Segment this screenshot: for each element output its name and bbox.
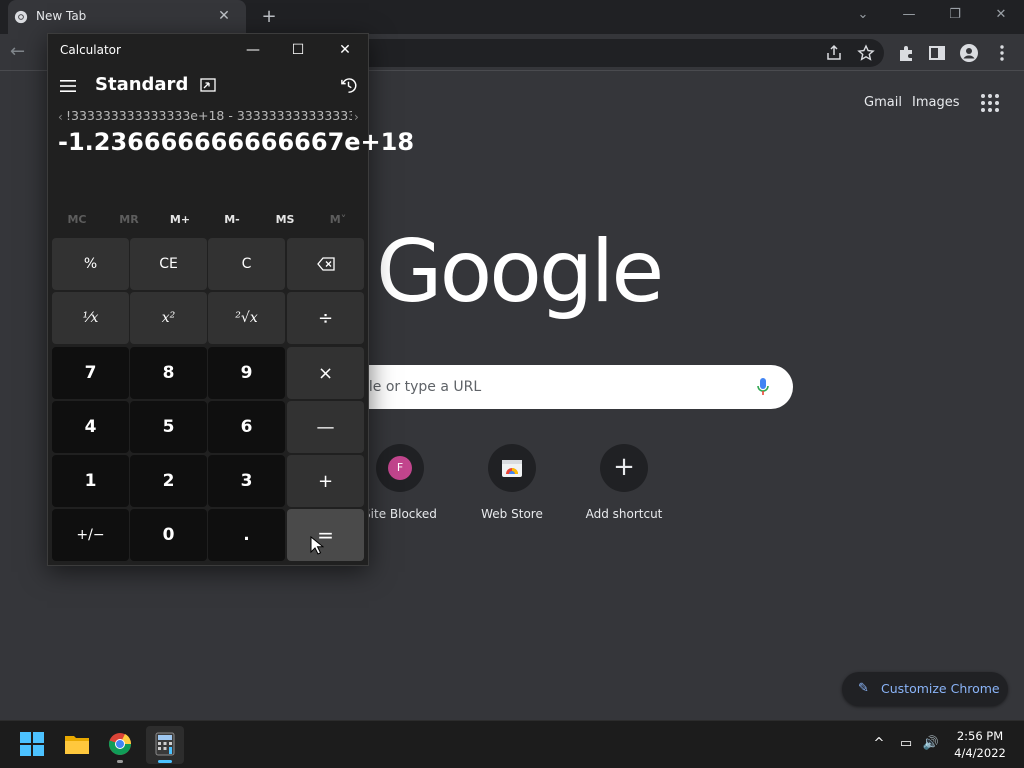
memory-subtract-button[interactable]: M-	[206, 213, 258, 226]
calculator-taskbar-icon	[155, 732, 175, 756]
chrome-taskbar-icon[interactable]	[108, 732, 132, 756]
clock-time[interactable]: 2:56 PM	[950, 729, 1010, 743]
memory-clear-button[interactable]: MC	[51, 213, 103, 226]
clear-entry-button[interactable]: CE	[130, 238, 207, 290]
profile-icon[interactable]	[958, 42, 980, 64]
digit-8-button[interactable]: 8	[130, 347, 207, 399]
calc-minimize-button[interactable]: —	[233, 36, 273, 64]
digit-0-button[interactable]: 0	[130, 509, 207, 561]
negate-button[interactable]: +/−	[52, 509, 129, 561]
side-panel-icon[interactable]	[926, 42, 948, 64]
clear-button[interactable]: C	[208, 238, 285, 290]
close-button[interactable]: ✕	[978, 0, 1024, 32]
equals-button[interactable]: =	[287, 509, 364, 561]
decimal-button[interactable]: .	[208, 509, 285, 561]
multiply-button[interactable]: ×	[287, 347, 364, 399]
digit-1-button[interactable]: 1	[52, 455, 129, 507]
network-icon[interactable]: ▭	[897, 736, 915, 752]
calc-maximize-button[interactable]: ☐	[278, 36, 318, 64]
calc-close-button[interactable]: ✕	[325, 36, 365, 64]
minimize-button[interactable]: —	[886, 0, 932, 32]
windows-start-icon[interactable]	[20, 732, 44, 756]
memory-store-button[interactable]: MS	[259, 213, 311, 226]
menu-kebab-icon[interactable]	[991, 42, 1013, 64]
new-tab-button[interactable]: +	[258, 6, 280, 28]
tab-close-icon[interactable]: ✕	[216, 8, 232, 24]
digit-6-button[interactable]: 6	[208, 401, 285, 453]
backspace-button[interactable]	[287, 238, 364, 290]
digit-7-button[interactable]: 7	[52, 347, 129, 399]
backspace-icon	[316, 257, 335, 271]
clock-date[interactable]: 4/4/2022	[950, 746, 1010, 760]
back-button[interactable]: ←	[10, 42, 32, 62]
shortcut-label: Add shortcut	[585, 507, 663, 521]
images-link[interactable]: Images	[912, 95, 960, 110]
customize-chrome-label: Customize Chrome	[881, 681, 1000, 696]
site-blocked-avatar: F	[388, 456, 412, 480]
expression-scroll-right-icon[interactable]: ›	[354, 110, 359, 124]
hamburger-menu-icon[interactable]	[60, 80, 76, 92]
percent-button[interactable]: %	[52, 238, 129, 290]
memory-add-button[interactable]: M+	[154, 213, 206, 226]
square-root-label: ²√x	[235, 310, 258, 326]
add-icon: +	[613, 452, 635, 482]
mouse-cursor-icon	[310, 536, 324, 555]
memory-list-button[interactable]: M˅	[312, 213, 364, 226]
digit-9-button[interactable]: 9	[208, 347, 285, 399]
square-root-button[interactable]: ²√x	[208, 292, 285, 344]
file-explorer-icon[interactable]	[64, 733, 90, 755]
share-icon[interactable]	[823, 42, 845, 64]
divide-button[interactable]: ÷	[287, 292, 364, 344]
voice-search-icon[interactable]	[756, 377, 770, 397]
gmail-link[interactable]: Gmail	[864, 95, 902, 110]
digit-5-button[interactable]: 5	[130, 401, 207, 453]
expression-scroll-left-icon[interactable]: ‹	[58, 110, 63, 124]
extensions-icon[interactable]	[895, 42, 917, 64]
tab-search-icon[interactable]: ⌄	[840, 0, 886, 32]
web-store-icon	[502, 460, 522, 477]
digit-2-button[interactable]: 2	[130, 455, 207, 507]
calculator-display: -1.236666666666667e+18	[58, 128, 415, 156]
keep-on-top-icon[interactable]	[200, 78, 216, 92]
calculator-active-indicator	[158, 760, 172, 763]
reciprocal-label: ¹⁄x	[82, 310, 99, 326]
volume-icon[interactable]: 🔊	[922, 736, 940, 752]
bookmark-star-icon[interactable]	[855, 42, 877, 64]
shortcut-label: Web Store	[481, 507, 543, 521]
digit-3-button[interactable]: 3	[208, 455, 285, 507]
google-apps-icon[interactable]	[980, 93, 1000, 113]
square-button[interactable]: x²	[130, 292, 207, 344]
reciprocal-button[interactable]: ¹⁄x	[52, 292, 129, 344]
chrome-running-indicator	[117, 760, 123, 763]
chrome-favicon-icon	[14, 10, 28, 24]
pencil-icon: ✎	[858, 681, 869, 696]
google-logo: Google	[376, 222, 664, 322]
history-icon[interactable]	[340, 77, 357, 94]
tab-title: New Tab	[36, 9, 87, 23]
memory-recall-button[interactable]: MR	[103, 213, 155, 226]
expression-line: !333333333333333e+18 - 3333333333333333 …	[66, 108, 352, 123]
add-button[interactable]: +	[287, 455, 364, 507]
subtract-button[interactable]: —	[287, 401, 364, 453]
show-hidden-icons-icon[interactable]: ^	[870, 736, 888, 752]
digit-4-button[interactable]: 4	[52, 401, 129, 453]
square-label: x²	[161, 310, 176, 326]
calculator-title: Calculator	[60, 43, 121, 57]
restore-button[interactable]: ❐	[932, 0, 978, 32]
search-placeholder: gle or type a URL	[360, 379, 482, 395]
calculator-mode-title: Standard	[95, 74, 189, 95]
